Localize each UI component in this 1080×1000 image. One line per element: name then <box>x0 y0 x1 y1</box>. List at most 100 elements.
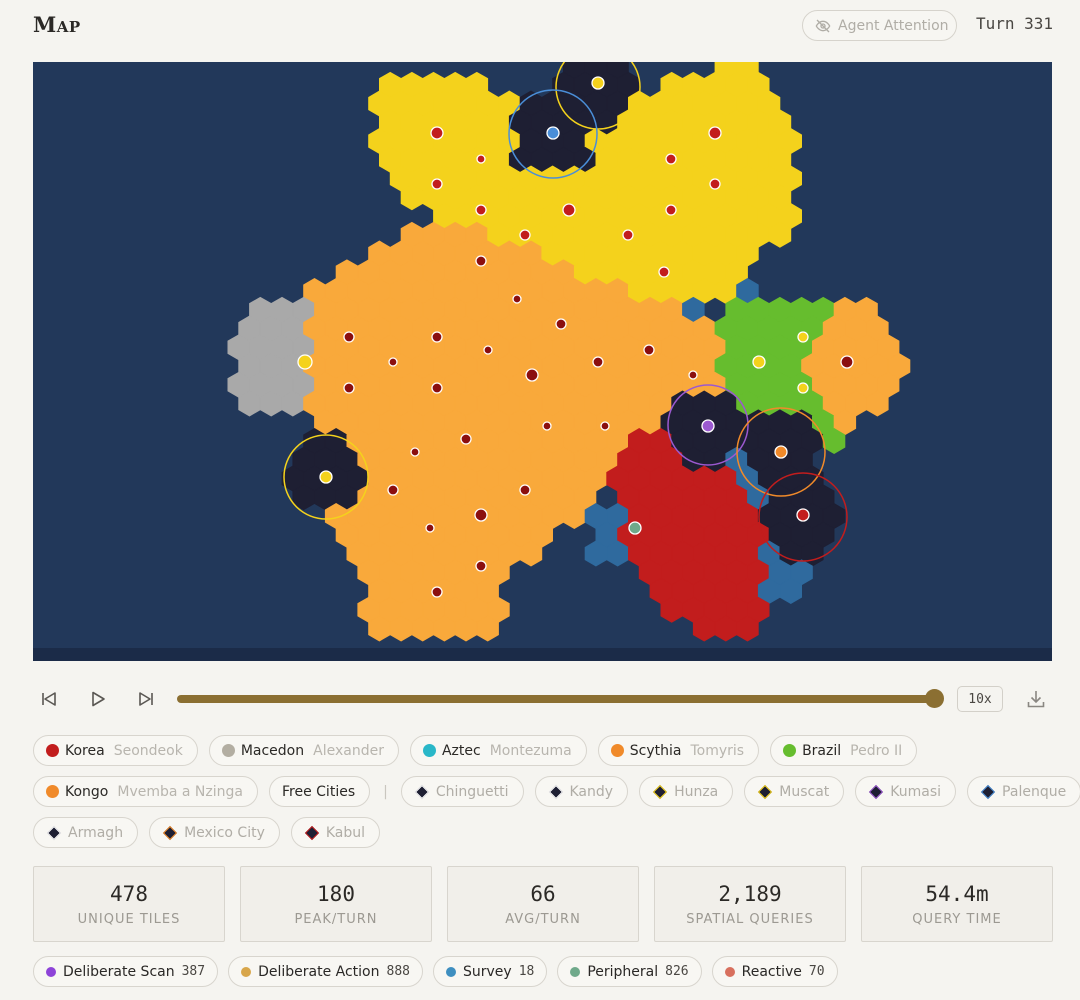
timeline-track[interactable] <box>177 695 935 703</box>
legend-peripheral[interactable]: Peripheral 826 <box>557 956 702 987</box>
city-marker[interactable] <box>475 204 487 216</box>
city-marker[interactable] <box>622 229 634 241</box>
city-marker[interactable] <box>796 508 810 522</box>
city-marker[interactable] <box>688 370 698 380</box>
city-marker[interactable] <box>665 204 677 216</box>
city-state-diamond-icon <box>548 784 563 799</box>
city-state-diamond-icon <box>758 784 773 799</box>
legend-survey[interactable]: Survey 18 <box>432 956 548 987</box>
city-marker[interactable] <box>475 560 487 572</box>
city-marker[interactable] <box>546 126 560 140</box>
chip-free-cities[interactable]: Free Cities <box>269 776 371 807</box>
civ-name: Aztec <box>441 742 481 759</box>
skip-forward-button[interactable] <box>135 688 157 710</box>
city-marker[interactable] <box>797 382 809 394</box>
city-marker[interactable] <box>525 368 539 382</box>
city-marker[interactable] <box>519 484 531 496</box>
skip-forward-icon <box>139 692 153 706</box>
city-marker[interactable] <box>483 345 493 355</box>
korea-icon <box>46 744 59 757</box>
chip-macedon[interactable]: Macedon Alexander <box>208 735 399 766</box>
stat-value: 2,189 <box>718 881 782 906</box>
city-marker[interactable] <box>431 331 443 343</box>
legend-label: Reactive <box>741 963 802 980</box>
hex-map-canvas[interactable] <box>33 62 1052 661</box>
chip-armagh[interactable]: Armagh <box>33 817 139 848</box>
chip-kumasi[interactable]: Kumasi <box>855 776 957 807</box>
city-state-name: Kumasi <box>890 783 942 800</box>
chip-brazil[interactable]: Brazil Pedro II <box>770 735 918 766</box>
city-marker[interactable] <box>475 255 487 267</box>
city-marker[interactable] <box>460 433 472 445</box>
city-marker[interactable] <box>519 229 531 241</box>
play-icon <box>92 691 105 707</box>
legend-deliberate-action[interactable]: Deliberate Action 888 <box>228 956 423 987</box>
agent-attention-toggle[interactable]: Agent Attention <box>802 10 957 41</box>
city-marker[interactable] <box>665 153 677 165</box>
stat-value: 180 <box>317 881 355 906</box>
city-marker[interactable] <box>708 126 722 140</box>
city-marker[interactable] <box>430 126 444 140</box>
chip-korea[interactable]: Korea Seondeok <box>33 735 198 766</box>
chip-chinguetti[interactable]: Chinguetti <box>400 776 524 807</box>
city-marker[interactable] <box>628 521 642 535</box>
city-marker[interactable] <box>476 154 486 164</box>
legend-deliberate-scan[interactable]: Deliberate Scan 387 <box>33 956 219 987</box>
city-marker[interactable] <box>431 382 443 394</box>
city-marker[interactable] <box>343 331 355 343</box>
chip-kabul[interactable]: Kabul <box>290 817 381 848</box>
civ-name: Free Cities <box>282 783 356 800</box>
legend-label: Peripheral <box>587 963 659 980</box>
stat-card: 180 PEAK/TURN <box>240 866 432 942</box>
chip-scythia[interactable]: Scythia Tomyris <box>597 735 760 766</box>
chip-kandy[interactable]: Kandy <box>534 776 629 807</box>
city-marker[interactable] <box>709 178 721 190</box>
chip-divider: | <box>383 783 388 800</box>
play-button[interactable] <box>87 688 109 710</box>
legend-count: 18 <box>518 964 535 979</box>
city-marker[interactable] <box>319 470 333 484</box>
city-marker[interactable] <box>840 355 854 369</box>
leader-name: Seondeok <box>113 742 183 759</box>
chip-palenque[interactable]: Palenque <box>967 776 1080 807</box>
timeline-thumb[interactable] <box>925 689 944 708</box>
stat-card: 54.4m QUERY TIME <box>861 866 1053 942</box>
city-marker[interactable] <box>431 586 443 598</box>
city-marker[interactable] <box>555 318 567 330</box>
speed-select[interactable]: 10x <box>957 686 1003 712</box>
city-marker[interactable] <box>643 344 655 356</box>
city-marker[interactable] <box>701 419 715 433</box>
city-marker[interactable] <box>562 203 576 217</box>
civ-name: Macedon <box>240 742 305 759</box>
city-marker[interactable] <box>431 178 443 190</box>
chip-hunza[interactable]: Hunza <box>639 776 734 807</box>
city-marker[interactable] <box>297 354 313 370</box>
city-marker[interactable] <box>474 508 488 522</box>
city-state-diamond-icon <box>980 784 996 799</box>
city-marker[interactable] <box>387 484 399 496</box>
city-marker[interactable] <box>658 266 670 278</box>
hex-map[interactable] <box>33 62 1052 661</box>
city-marker[interactable] <box>797 331 809 343</box>
city-marker[interactable] <box>774 445 788 459</box>
city-marker[interactable] <box>752 355 766 369</box>
city-marker[interactable] <box>600 421 610 431</box>
chip-kongo[interactable]: Kongo Mvemba a Nzinga <box>33 776 258 807</box>
legend-reactive[interactable]: Reactive 70 <box>711 956 838 987</box>
city-marker[interactable] <box>512 294 522 304</box>
chip-aztec[interactable]: Aztec Montezuma <box>409 735 587 766</box>
city-marker[interactable] <box>591 76 605 90</box>
city-marker[interactable] <box>410 447 420 457</box>
city-marker[interactable] <box>425 523 435 533</box>
city-marker[interactable] <box>592 356 604 368</box>
skip-back-button[interactable] <box>38 688 60 710</box>
chip-mexico-city[interactable]: Mexico City <box>149 817 280 848</box>
city-marker[interactable] <box>343 382 355 394</box>
stat-card: 66 AVG/TURN <box>447 866 639 942</box>
city-state-name: Hunza <box>674 783 719 800</box>
download-button[interactable] <box>1025 688 1047 710</box>
chip-muscat[interactable]: Muscat <box>744 776 845 807</box>
city-marker[interactable] <box>542 421 552 431</box>
kongo-icon <box>46 785 59 798</box>
city-marker[interactable] <box>388 357 398 367</box>
